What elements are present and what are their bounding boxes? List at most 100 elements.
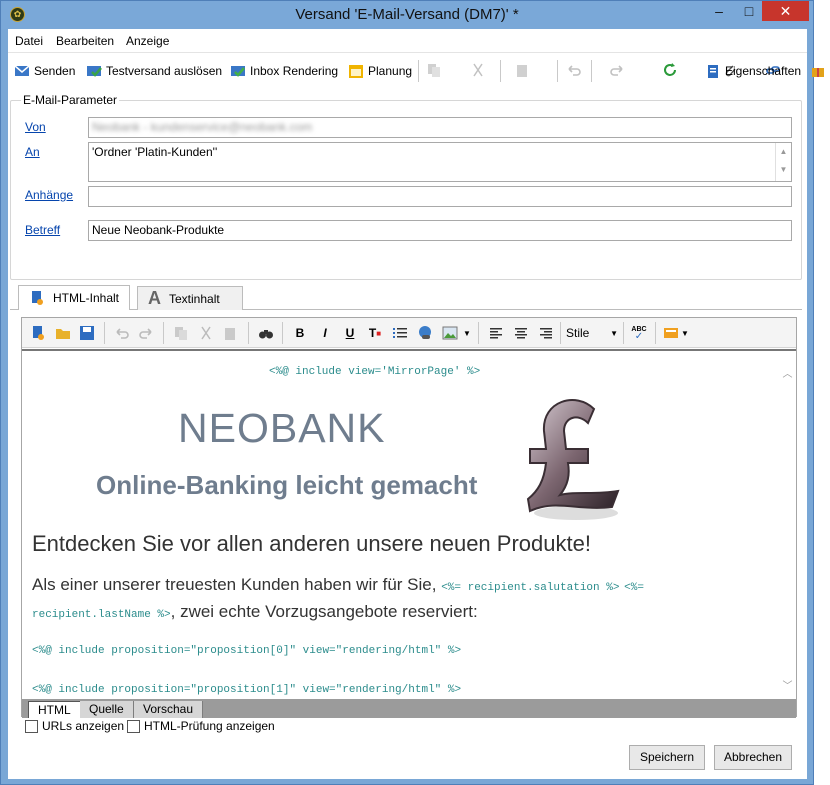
from-value: Neobank - kundenservice@neobank.com	[92, 120, 313, 134]
send-label: Senden	[34, 64, 76, 78]
html-content-icon	[32, 291, 43, 305]
tab-html-content[interactable]: HTML-Inhalt	[18, 285, 131, 310]
email-parameters-group: E-Mail-Parameter Von Neobank - kundenser…	[10, 93, 802, 280]
tab-html-mode[interactable]: HTML	[28, 701, 81, 718]
show-urls-checkbox[interactable]	[25, 719, 38, 733]
align-right-icon[interactable]	[538, 325, 554, 341]
editor-toolbar: B I U T ■ ▼ Stile ▼ ABC ✓ ▼	[22, 318, 796, 348]
cancel-button[interactable]: Abbrechen	[714, 745, 792, 770]
menu-bar: Datei Bearbeiten Anzeige	[8, 29, 807, 53]
save-button[interactable]: Speichern	[629, 745, 705, 770]
insert-link-icon[interactable]	[417, 325, 433, 341]
from-field[interactable]: Neobank - kundenservice@neobank.com	[88, 117, 792, 138]
editor-copy-icon[interactable]	[173, 325, 189, 341]
proposition-1-tag: <%@ include proposition="proposition[1]"…	[32, 684, 462, 696]
tab-source-mode[interactable]: Quelle	[80, 701, 134, 718]
editor-cut-icon[interactable]	[198, 325, 214, 341]
paste-icon[interactable]	[514, 62, 530, 78]
close-icon[interactable]: ✕	[762, 1, 809, 21]
main-toolbar: Senden Testversand auslösen Inbox Render…	[8, 56, 824, 86]
calendar-icon	[349, 65, 363, 78]
tab-text-content[interactable]: A Textinhalt	[137, 286, 243, 310]
send-mail-icon	[14, 65, 30, 76]
personalization-icon[interactable]	[663, 325, 679, 341]
save-icon[interactable]	[79, 325, 95, 341]
show-urls-option[interactable]: URLs anzeigen	[25, 719, 124, 733]
to-link[interactable]: An	[25, 145, 40, 159]
editor-scrollbar[interactable]: ︿ ﹀	[779, 351, 796, 701]
salutation-tag: <%= recipient.salutation %>	[441, 582, 620, 594]
copy-icon[interactable]	[426, 62, 442, 78]
intro-paragraph: Als einer unserer treuesten Kunden haben…	[32, 573, 772, 627]
pound-symbol-image	[526, 399, 620, 520]
personalization-dropdown-icon[interactable]: ▼	[680, 325, 690, 341]
subject-link[interactable]: Betreff	[25, 223, 60, 237]
style-label: Stile	[566, 326, 590, 340]
text-color-icon[interactable]: T ■	[367, 325, 383, 341]
undo-icon[interactable]	[566, 62, 582, 78]
cut-icon[interactable]	[470, 62, 486, 78]
test-mail-icon	[87, 66, 102, 77]
brand-logo-text: NEOBANK	[178, 405, 386, 451]
gift-icon[interactable]	[810, 62, 826, 78]
html-editor: B I U T ■ ▼ Stile ▼ ABC ✓ ▼ <%@ include …	[21, 317, 797, 718]
attachments-field[interactable]	[88, 186, 792, 207]
style-chevron-icon: ▼	[610, 328, 618, 338]
redo-icon[interactable]	[609, 62, 625, 78]
properties-button[interactable]: Eigenschaften	[705, 62, 801, 80]
subject-field[interactable]: Neue Neobank-Produkte	[88, 220, 792, 241]
style-dropdown[interactable]: Stile ▼	[566, 325, 618, 341]
lastname-tag-end: recipient.lastName %>	[32, 609, 171, 621]
send-button[interactable]: Senden	[14, 62, 75, 80]
scroll-up-icon[interactable]: ︿	[779, 365, 796, 380]
menu-file[interactable]: Datei	[15, 34, 43, 48]
inbox-rendering-icon	[231, 66, 245, 77]
from-link[interactable]: Von	[25, 120, 46, 134]
application-window: ✿ Versand 'E-Mail-Versand (DM7)' * – □ ✕…	[0, 0, 824, 785]
window-title: Versand 'E-Mail-Versand (DM7)' *	[295, 6, 519, 23]
headline: Entdecken Sie vor allen anderen unsere n…	[32, 531, 591, 556]
open-folder-icon[interactable]	[55, 325, 71, 341]
properties-label: Eigenschaften	[725, 64, 802, 78]
planning-button[interactable]: Planung	[348, 62, 412, 80]
to-value: 'Ordner 'Platin-Kunden''	[92, 145, 218, 159]
menu-edit[interactable]: Bearbeiten	[56, 34, 114, 48]
lastname-tag-start: <%=	[624, 582, 644, 594]
html-check-option[interactable]: HTML-Prüfung anzeigen	[127, 719, 275, 733]
html-check-checkbox[interactable]	[127, 719, 140, 733]
text-content-icon: A	[148, 288, 161, 308]
maximize-icon[interactable]: □	[734, 1, 764, 21]
inbox-rendering-button[interactable]: Inbox Rendering	[230, 62, 338, 80]
minimize-icon[interactable]: –	[704, 1, 734, 21]
tab-preview-mode[interactable]: Vorschau	[134, 701, 204, 718]
inbox-rendering-label: Inbox Rendering	[250, 64, 339, 78]
image-dropdown-icon[interactable]: ▼	[462, 325, 472, 341]
menu-view[interactable]: Anzeige	[126, 34, 169, 48]
attachments-link[interactable]: Anhänge	[25, 188, 73, 202]
new-document-icon[interactable]	[30, 325, 46, 341]
editor-undo-icon[interactable]	[114, 325, 130, 341]
test-send-label: Testversand auslösen	[106, 64, 223, 78]
refresh-icon[interactable]	[662, 62, 678, 78]
to-field[interactable]: 'Ordner 'Platin-Kunden'' ▲ ▼	[88, 142, 792, 182]
editor-paste-icon[interactable]	[222, 325, 238, 341]
to-field-scrollbar[interactable]: ▲ ▼	[775, 143, 791, 181]
underline-icon[interactable]: U	[342, 325, 358, 341]
email-parameters-legend: E-Mail-Parameter	[21, 93, 120, 107]
bullet-list-icon[interactable]	[392, 325, 408, 341]
bold-icon[interactable]: B	[292, 325, 308, 341]
align-left-icon[interactable]	[488, 325, 504, 341]
spellcheck-icon[interactable]: ABC ✓	[631, 325, 647, 342]
scroll-down-icon[interactable]: ﹀	[779, 677, 796, 692]
align-center-icon[interactable]	[513, 325, 529, 341]
insert-image-icon[interactable]	[442, 325, 458, 341]
slogan: Online-Banking leicht gemacht	[96, 470, 478, 500]
test-send-button[interactable]: Testversand auslösen	[86, 62, 222, 80]
editor-canvas[interactable]: <%@ include view='MirrorPage' %> NEOBANK…	[22, 349, 796, 701]
html-check-label: HTML-Prüfung anzeigen	[144, 719, 275, 733]
italic-icon[interactable]: I	[317, 325, 333, 341]
intro-text: Als einer unserer treuesten Kunden haben…	[32, 575, 437, 594]
find-binoculars-icon[interactable]	[258, 325, 274, 341]
editor-redo-icon[interactable]	[138, 325, 154, 341]
intro-end-text: , zwei echte Vorzugsangebote reserviert:	[170, 602, 478, 621]
